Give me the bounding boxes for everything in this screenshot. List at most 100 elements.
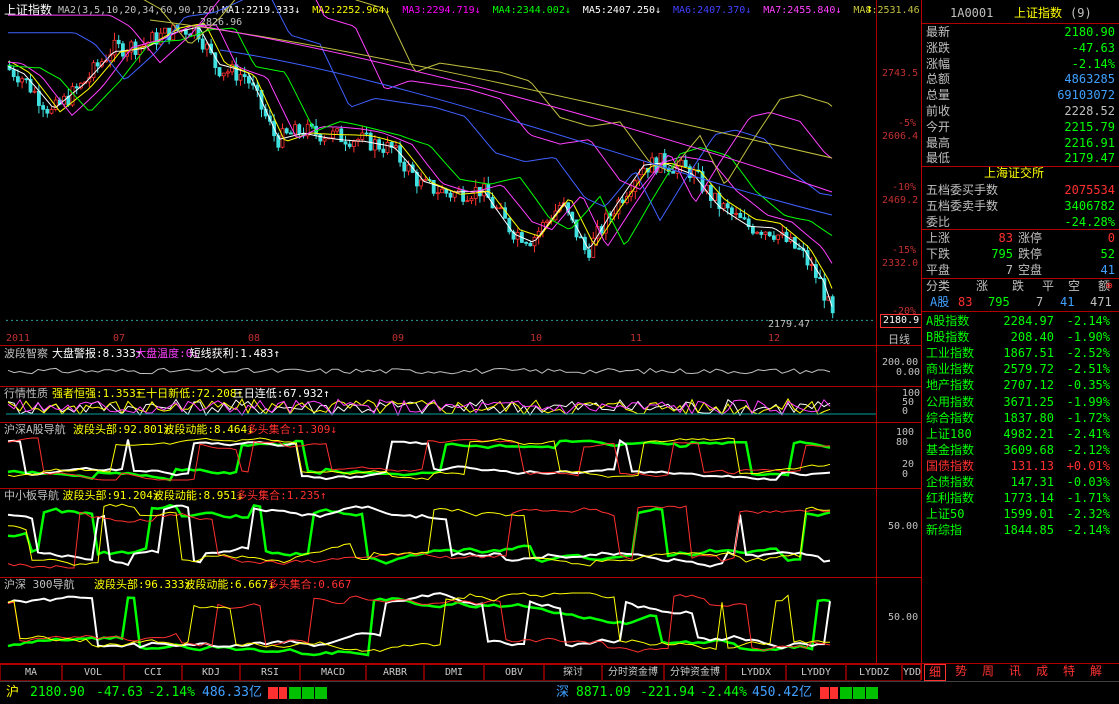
- index-value: 2579.72: [1003, 362, 1054, 377]
- indicator-tab-cci[interactable]: CCI: [124, 664, 182, 681]
- index-row[interactable]: 国债指数 131.13 +0.01%: [926, 459, 1116, 475]
- indicator-name: 沪深 300导航: [4, 578, 75, 591]
- index-row[interactable]: B股指数 208.40 -1.90%: [926, 330, 1116, 346]
- index-value: 4982.21: [1003, 426, 1054, 441]
- candle: [150, 30, 155, 43]
- panel-tab-2[interactable]: 周: [978, 664, 998, 679]
- indicator-value: 强者恒强:1.353↑: [52, 387, 143, 400]
- stock-name: 上证指数: [1014, 6, 1063, 20]
- y-axis-pct: -15%: [892, 245, 917, 256]
- indicator-panel-a-share-nav[interactable]: 沪深A股导航 波段头部:92.801↑ 波段动能:8.464↓ 多头集合:1.309↓…: [0, 422, 921, 488]
- panel-tab-1[interactable]: 势: [951, 664, 971, 679]
- ma-line: [7, 27, 833, 245]
- index-row[interactable]: 基金指数 3609.68 -2.12%: [926, 443, 1116, 459]
- indicator-tab-rsi[interactable]: RSI: [240, 664, 300, 681]
- index-row[interactable]: 工业指数 1867.51 -2.52%: [926, 346, 1116, 362]
- panel-tab-0[interactable]: 细: [924, 664, 946, 681]
- index-value: 1599.01: [1003, 507, 1054, 522]
- sh-market-label: 沪: [6, 685, 20, 700]
- indicator-tab-分钟资金博[interactable]: 分钟资金博: [664, 664, 726, 681]
- candle: [772, 230, 776, 243]
- candle: [15, 69, 20, 87]
- quote-row: 最新 2180.90: [922, 24, 1119, 40]
- candle: [746, 215, 751, 230]
- chart-high-label: 2826.96: [200, 17, 243, 28]
- breadth-header: 跌: [1012, 279, 1025, 293]
- index-row[interactable]: 上证50 1599.01 -2.32%: [926, 507, 1116, 523]
- indicator-panel-market-nature[interactable]: 行情性质 强者恒强:1.353↑ 三十日新低:72.208↑ 三日连低:67.932↑…: [0, 386, 921, 422]
- panel-tab-5[interactable]: 特: [1059, 664, 1079, 679]
- indicator-tab-探讨[interactable]: 探讨: [544, 664, 602, 681]
- index-row[interactable]: 新综指 1844.85 -2.14%: [926, 523, 1116, 539]
- candle: [730, 205, 734, 221]
- index-row[interactable]: 公用指数 3671.25 -1.99%: [926, 395, 1116, 411]
- index-value: 3671.25: [1003, 394, 1054, 409]
- candle: [696, 162, 701, 174]
- indicator-name: 行情性质: [4, 387, 48, 400]
- stat-value: 41: [1100, 263, 1115, 277]
- quote-row: 涨跌 -47.63: [922, 40, 1119, 56]
- indicator-panel-smb-nav[interactable]: 中小板导航 波段头部:91.204↑ 波段动能:8.951↓ 多头集合:1.235↑ 5…: [0, 488, 921, 577]
- index-row[interactable]: 企债指数 147.31 -0.03%: [926, 475, 1116, 491]
- exchange-name: 上海证交所: [984, 166, 1045, 180]
- index-row[interactable]: 商业指数 2579.72 -2.51%: [926, 362, 1116, 378]
- indicator-tab-lyddz[interactable]: LYDDZ: [846, 664, 902, 681]
- stat-value: 0: [1107, 231, 1115, 245]
- index-row[interactable]: 红利指数 1773.14 -1.71%: [926, 491, 1116, 507]
- order-row: 五档委买手数 2075534: [922, 182, 1119, 198]
- indicator-panel-band-watch[interactable]: 波段智察 大盘警报:8.333↑ 大盘温度:0↓ 短线获利:1.483↑ 200.00 0…: [0, 346, 921, 386]
- indicator-value: 多头集合:1.309↓: [246, 423, 337, 436]
- stat-value: 795: [991, 247, 1013, 261]
- indicator-tab-ydd[interactable]: YDD: [902, 664, 921, 681]
- stat-label: 跌停: [1018, 247, 1043, 261]
- x-axis-label: 09: [392, 333, 405, 344]
- indicator-tab-vol[interactable]: VOL: [62, 664, 124, 681]
- indicator-axis-label: 80: [896, 437, 909, 448]
- indicator-tab-arbr[interactable]: ARBR: [366, 664, 424, 681]
- stock-number: (9): [1070, 6, 1092, 20]
- indicator-value: 波段动能:8.464↓: [163, 423, 254, 436]
- index-row[interactable]: 综合指数 1837.80 -1.72%: [926, 411, 1116, 427]
- quote-row: 最高 2216.91: [922, 135, 1119, 151]
- indicator-tab-obv[interactable]: OBV: [484, 664, 544, 681]
- indicator-tab-lyddx[interactable]: LYDDX: [726, 664, 786, 681]
- index-row[interactable]: 地产指数 2707.12 -0.35%: [926, 378, 1116, 394]
- y-axis-price: 2332.0: [882, 258, 919, 269]
- index-name: 公用指数: [926, 394, 975, 409]
- sh-turnover: 486.33亿: [202, 685, 262, 700]
- indicator-tab-ma[interactable]: MA: [0, 664, 62, 681]
- indicator-panel-csi300-nav[interactable]: 沪深 300导航 波段头部:96.333↑ 波段动能:6.667↓ 多头集合:0.66…: [0, 577, 921, 663]
- order-value: 2075534: [1064, 183, 1115, 197]
- candle: [419, 172, 424, 190]
- indicator-tab-lyddy[interactable]: LYDDY: [786, 664, 846, 681]
- candle: [465, 195, 470, 203]
- candle: [121, 41, 125, 60]
- candle: [45, 105, 50, 118]
- indicator-tab-dmi[interactable]: DMI: [424, 664, 484, 681]
- x-axis-label: 07: [113, 333, 126, 344]
- main-chart[interactable]: 上证指数 MA2(3,5,10,20,34,60,90,120) MA1:221…: [0, 0, 923, 355]
- panel-tab-6[interactable]: 解: [1086, 664, 1106, 679]
- order-row: 五档委卖手数 3406782: [922, 198, 1119, 214]
- candle: [318, 133, 323, 145]
- ma-line: [149, 19, 833, 159]
- panel-tab-3[interactable]: 讯: [1005, 664, 1025, 679]
- indicator-tab-macd[interactable]: MACD: [300, 664, 366, 681]
- index-row[interactable]: 上证180 4982.21 -2.41%: [926, 427, 1116, 443]
- candle: [776, 234, 780, 245]
- candle: [221, 72, 226, 81]
- add-icon[interactable]: ⊕: [1106, 279, 1113, 293]
- index-pct: -0.03%: [1066, 475, 1110, 489]
- index-name: 国债指数: [926, 458, 975, 473]
- indicator-value: 波段头部:92.801↑: [73, 423, 170, 436]
- breadth-header: 分类: [926, 279, 951, 293]
- panel-tab-4[interactable]: 成: [1032, 664, 1052, 679]
- x-axis-label: 08: [248, 333, 261, 344]
- index-value: 208.40: [1010, 330, 1054, 345]
- index-row[interactable]: A股指数 2284.97 -2.14%: [926, 314, 1116, 330]
- quote-row: 总额 4863285: [922, 71, 1119, 87]
- indicator-tab-分时资金博[interactable]: 分时资金博: [602, 664, 664, 681]
- candle: [24, 78, 29, 84]
- indicator-tab-kdj[interactable]: KDJ: [182, 664, 240, 681]
- index-value: 1837.80: [1003, 410, 1054, 425]
